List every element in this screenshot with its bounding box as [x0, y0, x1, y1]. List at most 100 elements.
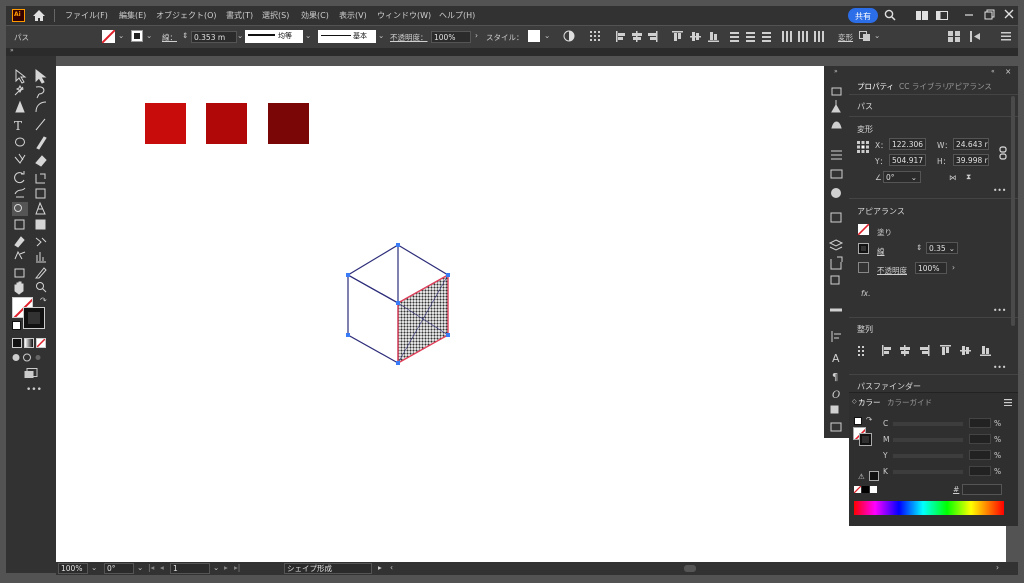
color-mode-icon[interactable] — [12, 338, 22, 348]
variable-width-profile[interactable]: 均等 — [245, 30, 303, 43]
none-swatch[interactable] — [854, 486, 861, 493]
brush-definition[interactable]: 基本 — [318, 30, 376, 43]
collapse-icon[interactable]: » — [10, 47, 14, 54]
chevron-down-icon[interactable]: ⌄ — [137, 563, 143, 572]
tool-name-field[interactable]: シェイプ形成 — [284, 563, 372, 574]
fill-swatch-none[interactable] — [102, 30, 115, 43]
swap-colors-icon[interactable]: ↷ — [866, 415, 872, 424]
menu-file[interactable]: ファイル(F) — [65, 10, 108, 21]
gradient-mode-icon[interactable] — [24, 338, 34, 348]
default-colors-icon[interactable] — [12, 321, 21, 330]
arrange-documents-icon[interactable] — [948, 31, 960, 42]
chevron-down-icon[interactable]: ⌄ — [213, 563, 219, 572]
angle-field[interactable]: 0° ⌄ — [883, 171, 921, 183]
workspace-icon[interactable] — [936, 11, 948, 20]
screen-mode-icon[interactable] — [24, 368, 38, 379]
horizontal-scrollbar-thumb[interactable] — [684, 565, 696, 572]
chevron-down-icon[interactable]: ⌄ — [237, 31, 243, 40]
isometric-cube[interactable] — [340, 241, 460, 371]
stroke-weight-field[interactable]: 0.353 m — [191, 31, 237, 43]
swatch-square-1[interactable] — [145, 103, 186, 144]
hamburger-menu-icon[interactable] — [1004, 399, 1012, 406]
opacity-panel-field[interactable]: 100% — [915, 262, 947, 274]
transform-label[interactable]: 変形 — [838, 32, 853, 43]
home-icon[interactable] — [32, 9, 46, 22]
align-icon[interactable] — [858, 345, 998, 356]
minimize-icon[interactable] — [964, 10, 974, 20]
artboard-field[interactable]: 1 — [170, 563, 210, 574]
x-field[interactable]: 122.306 — [889, 138, 926, 150]
none-mode-icon[interactable] — [36, 338, 46, 348]
swatch-square-2[interactable] — [206, 103, 247, 144]
first-artboard-icon[interactable]: |◂ — [148, 563, 154, 572]
opacity-field[interactable]: 100% — [431, 31, 471, 43]
stepper-icon[interactable]: ⇕ — [916, 243, 922, 252]
last-artboard-icon[interactable]: ▸| — [234, 563, 240, 572]
previous-artboard-icon[interactable]: ◂ — [160, 563, 164, 572]
menu-select[interactable]: 選択(S) — [262, 10, 289, 21]
chevron-down-icon[interactable]: ⌄ — [146, 31, 152, 40]
tab-properties[interactable]: プロパティ — [857, 81, 894, 92]
channel-y-field[interactable] — [969, 450, 991, 460]
collapse-panel-icon[interactable]: « — [991, 68, 995, 75]
swap-colors-icon[interactable]: ↷ — [40, 296, 47, 305]
scroll-left-icon[interactable]: ‹ — [390, 563, 393, 572]
stepper-icon[interactable]: ⇕ — [182, 31, 188, 40]
white-swatch[interactable] — [870, 486, 877, 493]
flip-horizontal-icon[interactable]: ⋈ — [949, 173, 957, 182]
chevron-down-icon[interactable]: ⌄ — [305, 31, 311, 40]
color-spectrum[interactable] — [854, 501, 1004, 515]
search-icon[interactable] — [884, 9, 896, 21]
arrange-icon[interactable] — [916, 11, 928, 20]
hex-field[interactable] — [962, 484, 1002, 495]
style-swatch[interactable] — [528, 30, 540, 42]
last-color-swatch[interactable] — [869, 471, 879, 481]
menu-object[interactable]: オブジェクト(O) — [156, 10, 217, 21]
align-to-icon[interactable] — [590, 31, 604, 41]
out-of-gamut-icon[interactable]: ⚠ — [858, 472, 865, 481]
restore-icon[interactable] — [984, 9, 995, 20]
more-icon[interactable]: ••• — [26, 385, 42, 395]
color-stroke[interactable] — [859, 433, 872, 446]
next-artboard-icon[interactable]: ▸ — [224, 563, 228, 572]
link-icon[interactable] — [999, 146, 1007, 160]
stroke-weight-panel-field[interactable]: 0.35 ⌄ — [926, 242, 958, 254]
share-button[interactable]: 共有 — [848, 8, 878, 23]
tab-color[interactable]: カラー — [858, 397, 881, 408]
channel-k-slider[interactable] — [893, 470, 963, 474]
menu-help[interactable]: ヘルプ(H) — [439, 10, 475, 21]
menu-type[interactable]: 書式(T) — [226, 10, 253, 21]
channel-k-field[interactable] — [969, 466, 991, 476]
fill-none-swatch[interactable] — [858, 224, 869, 235]
close-icon[interactable] — [1004, 9, 1014, 19]
h-field[interactable]: 39.998 r — [953, 154, 989, 166]
draw-mode-icon[interactable] — [12, 353, 48, 362]
scroll-right-icon[interactable]: › — [996, 563, 999, 572]
more-options-icon[interactable]: ••• — [993, 186, 1006, 195]
default-colors-icon[interactable] — [854, 417, 862, 425]
chevron-right-icon[interactable]: › — [475, 31, 478, 40]
swatch-square-3[interactable] — [268, 103, 309, 144]
chevron-down-icon[interactable]: ⌄ — [378, 31, 384, 40]
menu-edit[interactable]: 編集(E) — [119, 10, 146, 21]
menu-view[interactable]: 表示(V) — [339, 10, 367, 21]
zoom-field[interactable]: 100% — [58, 563, 88, 574]
recolor-artwork-icon[interactable] — [563, 30, 575, 42]
more-options-icon[interactable]: ••• — [993, 306, 1006, 315]
chevron-down-icon[interactable]: ⌄ — [91, 563, 97, 572]
align-buttons-icon[interactable] — [616, 31, 826, 42]
stroke-swatch[interactable] — [131, 30, 143, 42]
reference-point-icon[interactable] — [857, 141, 869, 153]
channel-c-field[interactable] — [969, 418, 991, 428]
chevron-down-icon[interactable]: ⌄ — [874, 31, 880, 40]
collapse-icon[interactable]: ◇ — [852, 398, 857, 405]
stroke-color[interactable] — [23, 307, 45, 329]
chevron-down-icon[interactable]: ⌄ — [544, 31, 550, 40]
channel-m-field[interactable] — [969, 434, 991, 444]
panel-toggle-icon[interactable] — [970, 31, 986, 42]
isolate-icon[interactable] — [859, 31, 871, 42]
flip-vertical-icon[interactable]: ⧗ — [966, 172, 971, 182]
channel-y-slider[interactable] — [893, 454, 963, 458]
channel-m-slider[interactable] — [893, 438, 963, 442]
black-swatch[interactable] — [862, 486, 869, 493]
